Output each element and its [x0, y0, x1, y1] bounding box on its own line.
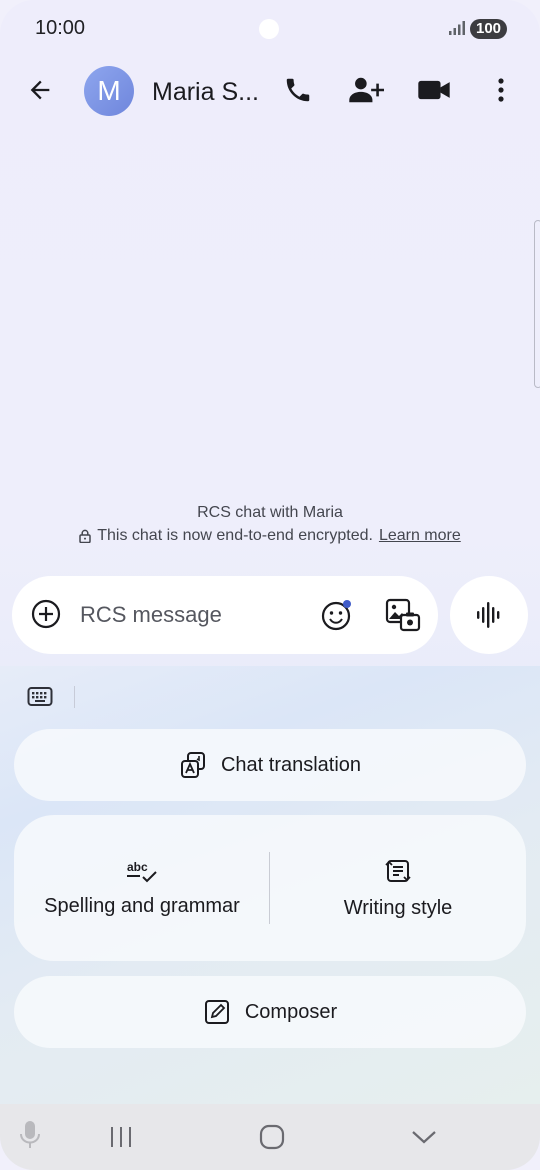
- navigation-bar: [0, 1104, 540, 1170]
- composer-button[interactable]: Composer: [14, 976, 526, 1048]
- conversation-header: M Maria S...: [0, 62, 540, 122]
- back-arrow-icon[interactable]: [20, 70, 60, 110]
- composer-label: Composer: [244, 1000, 338, 1023]
- spelling-grammar-label: Spelling and grammar: [44, 894, 240, 917]
- rcs-chat-title: RCS chat with Maria: [197, 504, 343, 521]
- back-chevron-icon[interactable]: [408, 1122, 440, 1152]
- encryption-text: This chat is now end-to-end encrypted.: [97, 527, 373, 544]
- messages-screen: 10:00 100 M Maria S... RCS chat with Mar…: [0, 0, 540, 1170]
- learn-more-link[interactable]: Learn more: [379, 527, 461, 545]
- translate-icon: [180, 752, 205, 778]
- chat-translation-button[interactable]: Chat translation: [14, 729, 526, 801]
- chat-translation-label: Chat translation: [220, 753, 362, 776]
- status-bar: 10:00 100: [0, 0, 540, 60]
- svg-text:abc: abc: [127, 860, 148, 874]
- spelling-grammar-button[interactable]: abc Spelling and grammar: [14, 815, 270, 961]
- signal-icon: [449, 21, 465, 35]
- video-call-icon[interactable]: [414, 72, 454, 108]
- toolbar-divider: [74, 686, 75, 708]
- writing-style-button[interactable]: Writing style: [270, 815, 526, 961]
- add-person-icon[interactable]: [346, 72, 386, 108]
- status-time: 10:00: [35, 17, 86, 39]
- home-icon[interactable]: [256, 1122, 288, 1152]
- writing-style-icon: [385, 859, 411, 882]
- avatar[interactable]: M: [84, 66, 134, 116]
- front-camera: [259, 19, 279, 39]
- keyboard-icon[interactable]: [26, 684, 54, 710]
- more-vert-icon[interactable]: [486, 72, 516, 108]
- contact-name[interactable]: Maria S...: [152, 78, 259, 107]
- voice-message-button[interactable]: [450, 576, 528, 654]
- writing-style-label: Writing style: [343, 896, 453, 919]
- voice-wave-icon: [477, 602, 500, 628]
- scrollbar-handle[interactable]: [534, 220, 540, 388]
- emoji-icon[interactable]: [320, 598, 354, 632]
- message-input[interactable]: [80, 600, 300, 630]
- phone-icon[interactable]: [280, 72, 316, 108]
- edit-icon: [204, 1000, 229, 1024]
- encryption-notice: This chat is now end-to-end encrypted. L…: [0, 527, 540, 545]
- battery-icon: 100: [470, 19, 508, 39]
- add-circle-icon[interactable]: [30, 598, 62, 630]
- lock-icon: [79, 529, 91, 543]
- spellcheck-icon: abc: [127, 860, 157, 882]
- mic-icon[interactable]: [16, 1118, 44, 1152]
- gallery-icon[interactable]: [384, 597, 422, 633]
- recents-icon[interactable]: [104, 1122, 138, 1152]
- writing-tools-card: abc Spelling and grammar Writing style: [14, 815, 526, 961]
